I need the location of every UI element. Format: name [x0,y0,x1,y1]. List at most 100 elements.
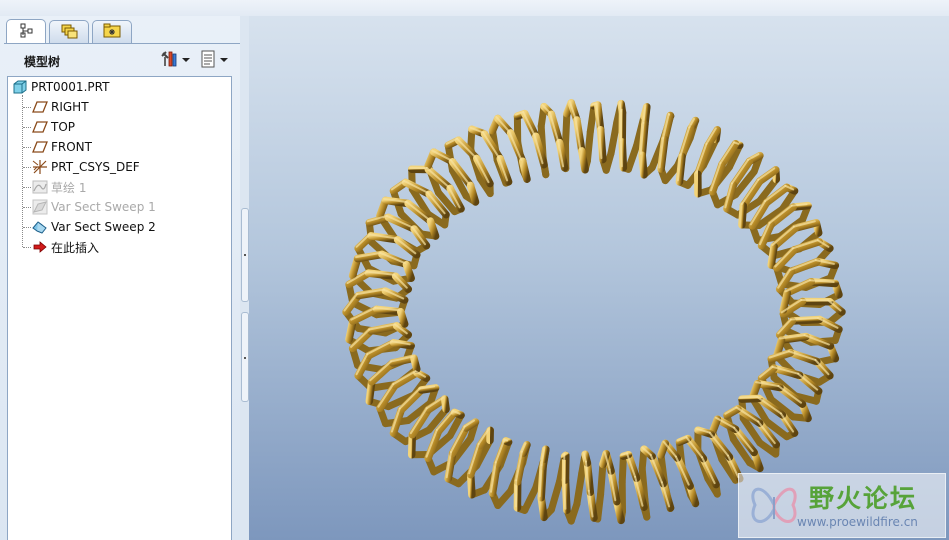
butterfly-logo-icon [745,479,803,536]
model-tree-title: 模型树 [24,55,61,69]
tree-item-var-sect-sweep-1[interactable]: Var Sect Sweep 1 [32,198,156,216]
tab-layers[interactable] [49,20,89,43]
tree-branch [23,187,31,188]
coil-segment [573,469,586,508]
tree-branch [23,167,31,168]
datum-plane-icon [32,119,48,135]
coil-segment [562,110,571,148]
graphics-window[interactable] [249,16,949,540]
tools-icon [160,50,178,71]
coil-highlight [563,477,567,510]
datum-plane-icon [32,99,48,115]
coil-segment [547,477,564,514]
coil-segment [518,157,531,183]
splitter-handle-upper[interactable] [241,208,249,302]
coil-highlight [618,101,622,112]
tree-branch [23,127,31,128]
watermark-url: www.proewildfire.cn [797,515,918,529]
pane-splitter[interactable] [240,16,249,540]
coil-segment [694,141,712,178]
coil-segment [770,364,804,379]
navigator-pane: 模型树 PRT0001.PRT RIGHT TOP FRONT PRT_CSYS… [0,16,240,540]
coil-segment [424,427,443,462]
coil-highlight [503,438,509,442]
coil-segment [738,201,748,229]
sweep-icon [32,199,48,215]
coil-segment [708,415,722,436]
tree-item-insert-here[interactable]: 在此插入 [32,238,99,256]
settings-dropdown-button[interactable] [160,50,190,70]
coil-segment [738,394,763,403]
tree-connector-line [22,95,23,247]
tree-item-label: PRT_CSYS_DEF [51,160,140,174]
tree-item-var-sect-sweep-2[interactable]: Var Sect Sweep 2 [32,218,156,236]
tree-branch [23,147,31,148]
coil-segment [638,151,648,179]
insert-here-arrow-icon [32,239,48,255]
part-icon [12,79,28,95]
tree-item-part[interactable]: PRT0001.PRT [12,78,109,96]
tree-item-sketch[interactable]: 草绘 1 [32,178,86,196]
grip-dot [244,357,246,359]
tree-item-top[interactable]: TOP [32,118,75,136]
tab-model-tree[interactable] [6,19,46,44]
coil-segment [678,124,695,161]
forum-watermark: 野火论坛 www.proewildfire.cn [738,473,946,538]
chevron-down-icon [220,58,228,62]
tree-branch [23,227,31,228]
splitter-handle-lower[interactable] [241,312,249,402]
tree-item-label: 在此插入 [51,240,100,255]
tree-item-label: Var Sect Sweep 1 [51,200,156,214]
coil-segment [583,128,594,165]
spring-model[interactable] [249,16,949,540]
coil-segment [396,308,409,328]
sketch-icon [32,179,48,195]
tree-item-label: TOP [51,120,76,134]
tree-branch [23,247,31,248]
coil-segment [440,395,450,414]
tree-item-front[interactable]: FRONT [32,138,92,156]
list-icon [200,50,216,71]
grip-dot [244,254,246,256]
sweep-icon [32,219,48,235]
tree-branch [23,207,31,208]
coil-segment [594,490,605,523]
tree-item-label: RIGHT [51,100,89,114]
navigator-tabs [6,19,135,44]
coil-segment [618,452,627,486]
datum-plane-icon [32,139,48,155]
coil-highlight [739,396,759,399]
watermark-title: 野火论坛 [809,484,918,513]
coil-segment [657,439,670,459]
folder-tab-icon [103,23,121,42]
coil-segment [787,257,821,276]
tab-folder-browser[interactable] [92,20,132,43]
app-window: 模型树 PRT0001.PRT RIGHT TOP FRONT PRT_CSYS… [0,0,949,540]
tree-item-label: FRONT [51,140,92,154]
show-dropdown-button[interactable] [200,50,228,70]
coil-segment [466,441,484,479]
tree-item-csys[interactable]: PRT_CSYS_DEF [32,158,140,176]
coil-segment [708,160,726,196]
coil-segment [779,289,792,314]
coil-segment [624,142,641,173]
tree-item-label: 草绘 1 [51,180,87,195]
coil-segment [659,479,675,512]
coil-segment [757,220,775,250]
layers-tab-icon [60,23,78,42]
tree-item-label: Var Sect Sweep 2 [51,220,156,234]
tree-item-right[interactable]: RIGHT [32,98,89,116]
coil-highlight [562,452,566,456]
coil-segment [402,260,415,282]
top-toolbar-strip [0,0,949,17]
coil-segment [547,110,564,147]
csys-icon [32,159,48,175]
chevron-down-icon [182,58,190,62]
coil-segment [426,217,440,240]
tree-item-label: PRT0001.PRT [31,80,110,94]
coil-segment [466,181,480,206]
coil-segment [410,354,421,373]
coil-segment [521,484,540,514]
coil-segment [767,242,778,269]
coil-segment [607,118,621,157]
